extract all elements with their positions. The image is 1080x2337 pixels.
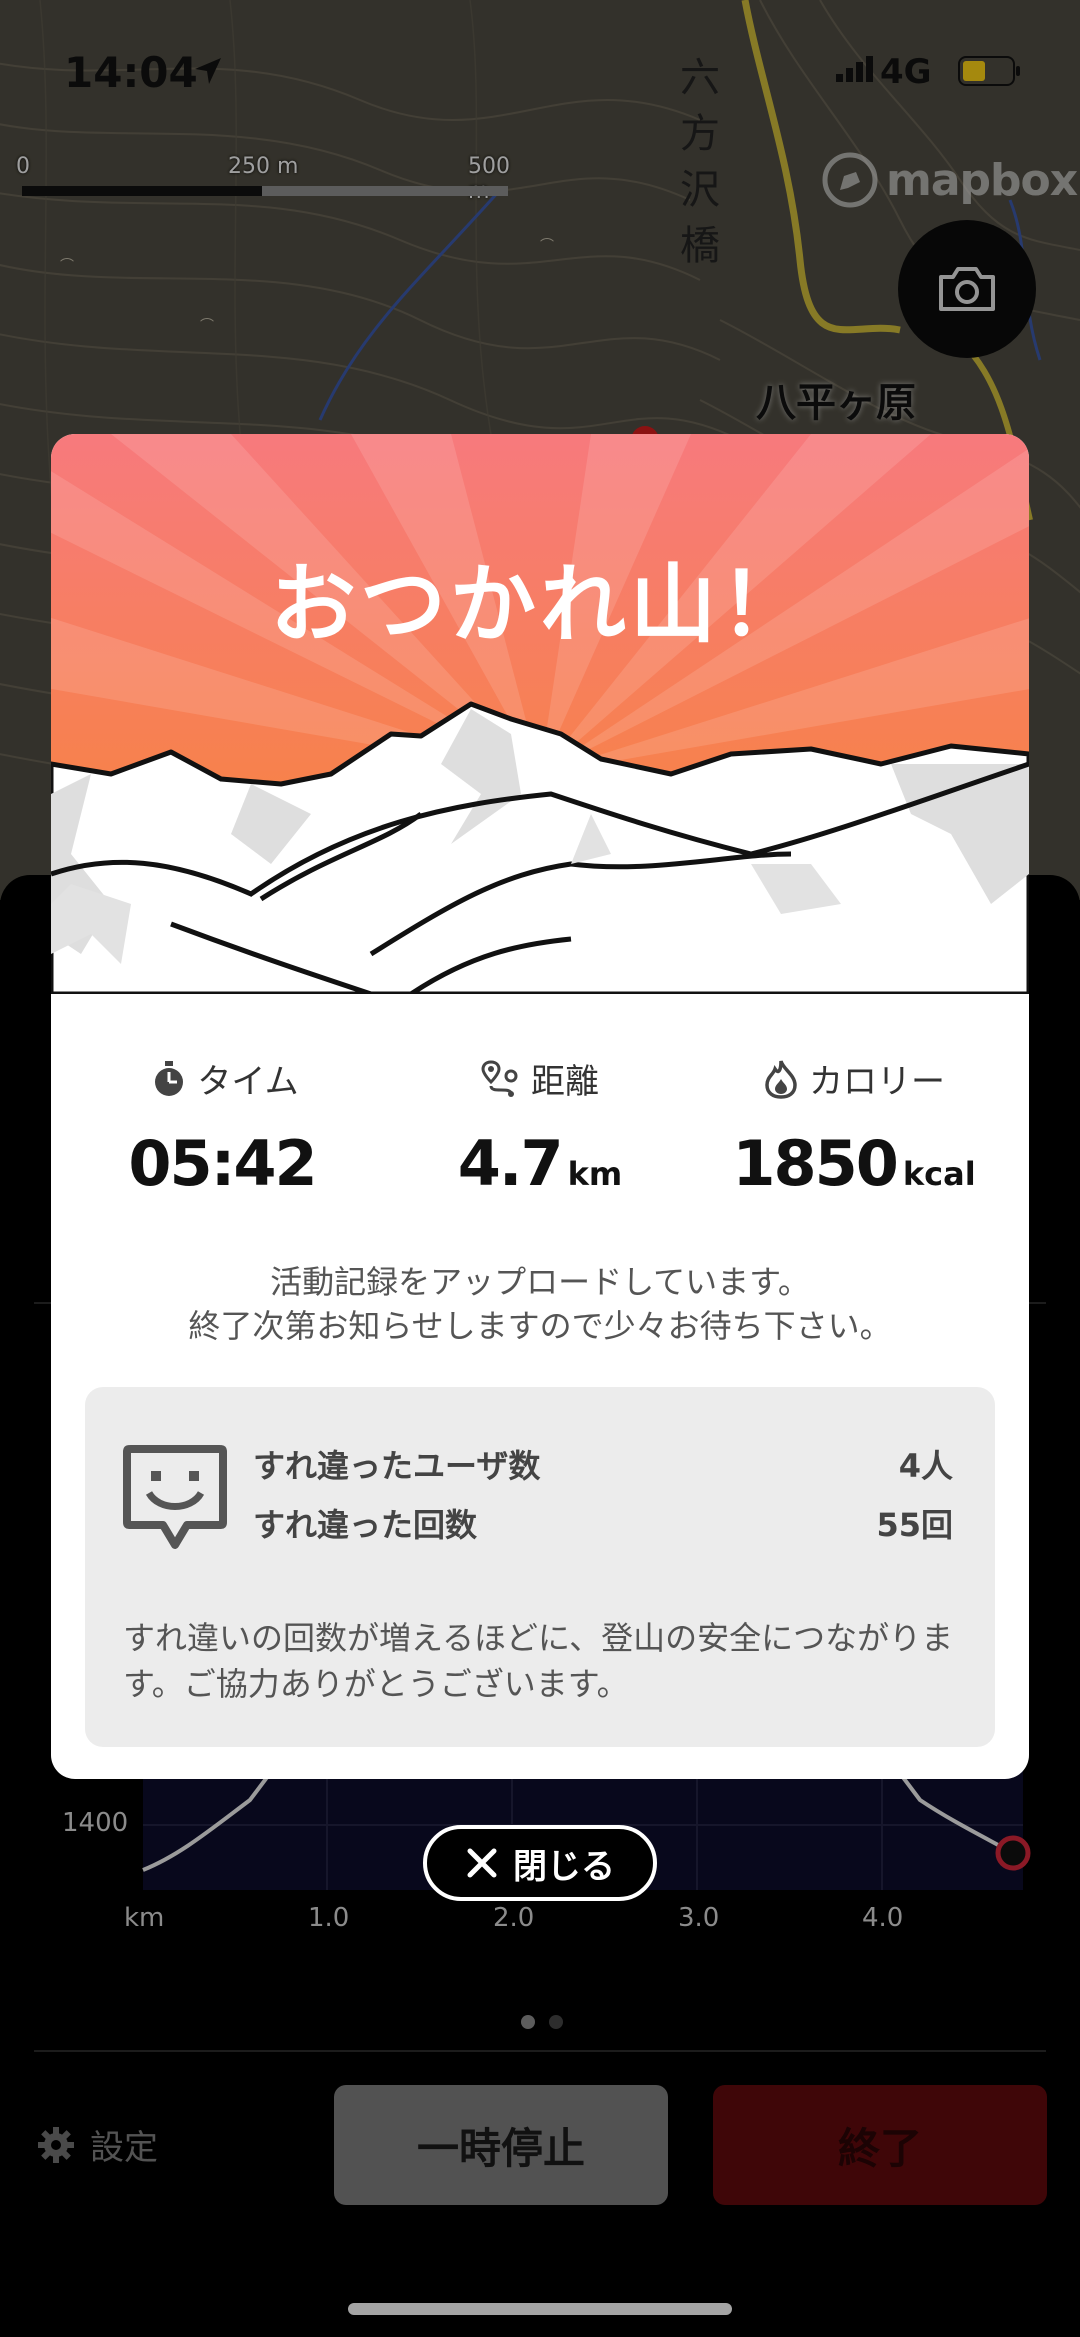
stat-distance-unit: km xyxy=(567,1155,623,1193)
passing-count-row: すれ違った回数 55回 xyxy=(253,1500,953,1546)
stat-calories: カロリー 1850 kcal xyxy=(704,1054,1004,1200)
summit-complete-dialog: おつかれ山！ タイム 05:42 距離 4.7 km カロリー 1850 kca… xyxy=(51,434,1029,1779)
stopwatch-icon xyxy=(155,1060,184,1096)
stat-distance: 距離 4.7 km xyxy=(390,1054,690,1200)
stat-time: タイム 05:42 xyxy=(75,1054,375,1200)
passing-users-card: すれ違ったユーザ数 4人 すれ違った回数 55回 すれ違いの回数が増えるほどに、… xyxy=(85,1387,995,1747)
route-icon xyxy=(481,1059,518,1097)
passing-count-value: 55回 xyxy=(876,1506,953,1544)
stat-distance-label: 距離 xyxy=(531,1062,599,1102)
close-button[interactable]: 閉じる xyxy=(423,1825,657,1901)
upload-status-message: 活動記録をアップロードしています。 終了次第お知らせしますので少々お待ち下さい。 xyxy=(51,1260,1029,1348)
passing-users-label: すれ違ったユーザ数 xyxy=(253,1447,541,1485)
passing-note: すれ違いの回数が増えるほどに、登山の安全につながります。ご協力ありがとうございま… xyxy=(123,1619,954,1703)
upload-message-line-1: 活動記録をアップロードしています。 xyxy=(270,1263,810,1301)
stat-calories-label: カロリー xyxy=(809,1062,945,1102)
close-label: 閉じる xyxy=(513,1846,615,1887)
close-icon xyxy=(467,1848,497,1878)
mountain-banner-illustration xyxy=(51,434,1029,994)
dialog-title: おつかれ山！ xyxy=(270,555,810,655)
passing-count-label: すれ違った回数 xyxy=(253,1506,478,1544)
smiley-face-icon xyxy=(123,1445,227,1549)
stat-calories-unit: kcal xyxy=(902,1155,976,1193)
upload-message-line-2: 終了次第お知らせしますので少々お待ち下さい。 xyxy=(188,1307,892,1345)
stat-time-label: タイム xyxy=(197,1062,299,1102)
stat-distance-value: 4.7 xyxy=(457,1127,564,1200)
flame-icon xyxy=(765,1059,797,1099)
stat-calories-value: 1850 xyxy=(732,1127,899,1200)
stat-time-value: 05:42 xyxy=(128,1127,317,1200)
passing-users-row: すれ違ったユーザ数 4人 xyxy=(253,1441,953,1487)
passing-users-value: 4人 xyxy=(898,1447,953,1485)
activity-stats: タイム 05:42 距離 4.7 km カロリー 1850 kcal xyxy=(51,1054,1029,1214)
